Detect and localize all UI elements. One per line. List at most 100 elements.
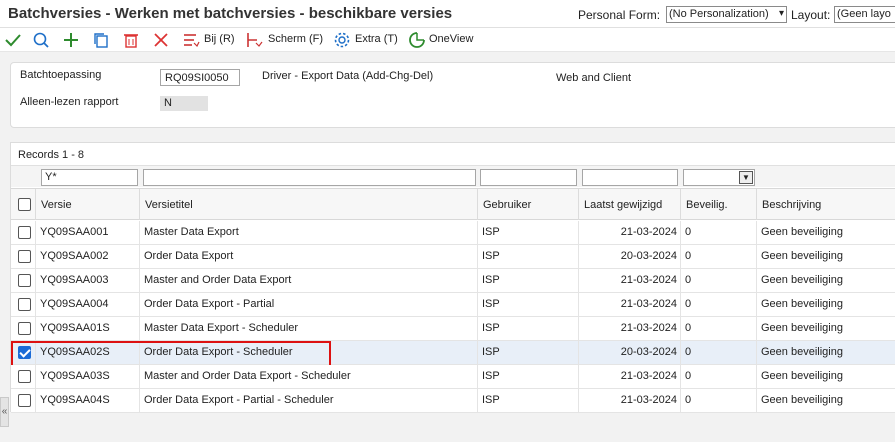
- table-row[interactable]: YQ09SAA004 Order Data Export - Partial ISP…: [11, 293, 895, 317]
- select-all-cell: [11, 189, 35, 220]
- col-header-versie[interactable]: Versie: [35, 189, 139, 220]
- row-select-cell: [11, 245, 35, 268]
- table-row[interactable]: YQ09SAA003 Master and Order Data Export IS…: [11, 269, 895, 293]
- row-checkbox[interactable]: [18, 346, 31, 359]
- cell-datum: 20-03-2024: [578, 245, 680, 268]
- filter-security-select[interactable]: ▼: [683, 169, 755, 186]
- row-select-cell: [11, 341, 35, 364]
- row-menu-icon[interactable]: [182, 31, 200, 49]
- table-row[interactable]: YQ09SAA002 Order Data Export ISP 20-03-2024…: [11, 245, 895, 269]
- row-select-cell: [11, 317, 35, 340]
- cell-versie[interactable]: YQ09SAA04S: [35, 389, 139, 412]
- cell-datum: 21-03-2024: [578, 365, 680, 388]
- oneview-button[interactable]: OneView: [429, 33, 473, 45]
- batch-app-label: Batchtoepassing: [20, 69, 102, 81]
- toolbar: Bij (R) Scherm (F) Extra (T) OneView: [0, 28, 895, 52]
- row-checkbox[interactable]: [18, 370, 31, 383]
- oneview-icon[interactable]: [408, 31, 426, 49]
- filter-date-input[interactable]: [582, 169, 678, 186]
- cell-beschrijving: Geen beveiliging: [756, 269, 895, 292]
- tools-menu-button[interactable]: Extra (T): [355, 33, 398, 45]
- copy-icon[interactable]: [92, 31, 110, 49]
- col-header-beschrijving[interactable]: Beschrijving: [756, 189, 895, 220]
- grid-header: Versie Versietitel Gebruiker Laatst gewi…: [11, 188, 895, 220]
- cell-versie[interactable]: YQ09SAA02S: [35, 341, 139, 364]
- batch-app-description: Driver - Export Data (Add-Chg-Del): [262, 70, 434, 82]
- check-icon[interactable]: [4, 31, 22, 49]
- gear-icon[interactable]: [333, 31, 351, 49]
- cell-versie[interactable]: YQ09SAA004: [35, 293, 139, 316]
- table-row[interactable]: YQ09SAA02S Order Data Export - Scheduler I…: [11, 341, 895, 368]
- table-row[interactable]: YQ09SAA001 Master Data Export ISP 21-03-202…: [11, 221, 895, 245]
- select-all-checkbox[interactable]: [18, 198, 31, 211]
- cell-versie[interactable]: YQ09SAA03S: [35, 365, 139, 388]
- readonly-label: Alleen-lezen rapport: [20, 96, 119, 108]
- cell-titel: Master Data Export - Scheduler: [139, 317, 477, 340]
- cell-gebruiker: ISP: [477, 341, 578, 364]
- cell-versie[interactable]: YQ09SAA002: [35, 245, 139, 268]
- cell-datum: 21-03-2024: [578, 389, 680, 412]
- filter-title-input[interactable]: [143, 169, 476, 186]
- filter-user-input[interactable]: [480, 169, 577, 186]
- search-icon[interactable]: [32, 31, 50, 49]
- cell-beveilig: 0: [680, 269, 756, 292]
- cell-beschrijving: Geen beveiliging: [756, 341, 895, 364]
- table-row[interactable]: YQ09SAA03S Master and Order Data Export -…: [11, 365, 895, 389]
- row-select-cell: [11, 221, 35, 244]
- page-title: Batchversies - Werken met batchversies -…: [8, 5, 453, 22]
- cell-gebruiker: ISP: [477, 245, 578, 268]
- cell-datum: 20-03-2024: [578, 341, 680, 364]
- row-checkbox[interactable]: [18, 226, 31, 239]
- row-checkbox[interactable]: [18, 274, 31, 287]
- col-header-laatst[interactable]: Laatst gewijzigd: [578, 189, 680, 220]
- personal-form-select[interactable]: (No Personalization) ▾: [666, 6, 787, 23]
- layout-value: (Geen layo: [837, 8, 891, 20]
- form-menu-icon[interactable]: [245, 31, 263, 49]
- title-bar: Batchversies - Werken met batchversies -…: [0, 0, 895, 28]
- cell-versie[interactable]: YQ09SAA01S: [35, 317, 139, 340]
- plus-icon[interactable]: [62, 31, 80, 49]
- row-checkbox[interactable]: [18, 250, 31, 263]
- cell-titel: Order Data Export - Partial - Scheduler: [139, 389, 477, 412]
- row-select-cell: [11, 269, 35, 292]
- cell-versie[interactable]: YQ09SAA001: [35, 221, 139, 244]
- col-header-gebruiker[interactable]: Gebruiker: [477, 189, 578, 220]
- cell-gebruiker: ISP: [477, 317, 578, 340]
- personal-form-value: (No Personalization): [669, 8, 769, 20]
- close-icon[interactable]: [152, 31, 170, 49]
- collapse-panel-icon[interactable]: «: [0, 397, 9, 427]
- cell-beveilig: 0: [680, 293, 756, 316]
- filter-version-input[interactable]: Y*: [41, 169, 138, 186]
- cell-titel: Master and Order Data Export - Scheduler: [139, 365, 477, 388]
- table-row[interactable]: YQ09SAA01S Master Data Export - Scheduler…: [11, 317, 895, 341]
- chevron-down-icon: ▾: [778, 8, 784, 19]
- row-menu-button[interactable]: Bij (R): [204, 33, 235, 45]
- cell-titel: Order Data Export: [139, 245, 477, 268]
- cell-datum: 21-03-2024: [578, 293, 680, 316]
- cell-beveilig: 0: [680, 365, 756, 388]
- platform-text: Web and Client: [556, 72, 632, 84]
- row-select-cell: [11, 389, 35, 412]
- layout-select[interactable]: (Geen layo: [834, 6, 895, 23]
- col-header-beveilig[interactable]: Beveilig.: [680, 189, 756, 220]
- trash-icon[interactable]: [122, 31, 140, 49]
- row-checkbox[interactable]: [18, 322, 31, 335]
- row-checkbox[interactable]: [18, 298, 31, 311]
- cell-beschrijving: Geen beveiliging: [756, 317, 895, 340]
- cell-gebruiker: ISP: [477, 269, 578, 292]
- cell-versie[interactable]: YQ09SAA003: [35, 269, 139, 292]
- header-form-panel: Batchtoepassing RQ09SI0050 Driver - Expo…: [10, 62, 895, 128]
- cell-titel: Order Data Export - Partial: [139, 293, 477, 316]
- records-count: Records 1 - 8: [18, 149, 85, 161]
- table-row[interactable]: YQ09SAA04S Order Data Export - Partial - …: [11, 389, 895, 413]
- row-checkbox[interactable]: [18, 394, 31, 407]
- cell-gebruiker: ISP: [477, 293, 578, 316]
- cell-beschrijving: Geen beveiliging: [756, 245, 895, 268]
- batch-app-field[interactable]: RQ09SI0050: [160, 69, 240, 86]
- col-header-titel[interactable]: Versietitel: [139, 189, 477, 220]
- chevron-down-icon[interactable]: ▼: [739, 171, 753, 184]
- form-menu-button[interactable]: Scherm (F): [268, 33, 323, 45]
- cell-gebruiker: ISP: [477, 221, 578, 244]
- cell-beveilig: 0: [680, 221, 756, 244]
- cell-beschrijving: Geen beveiliging: [756, 221, 895, 244]
